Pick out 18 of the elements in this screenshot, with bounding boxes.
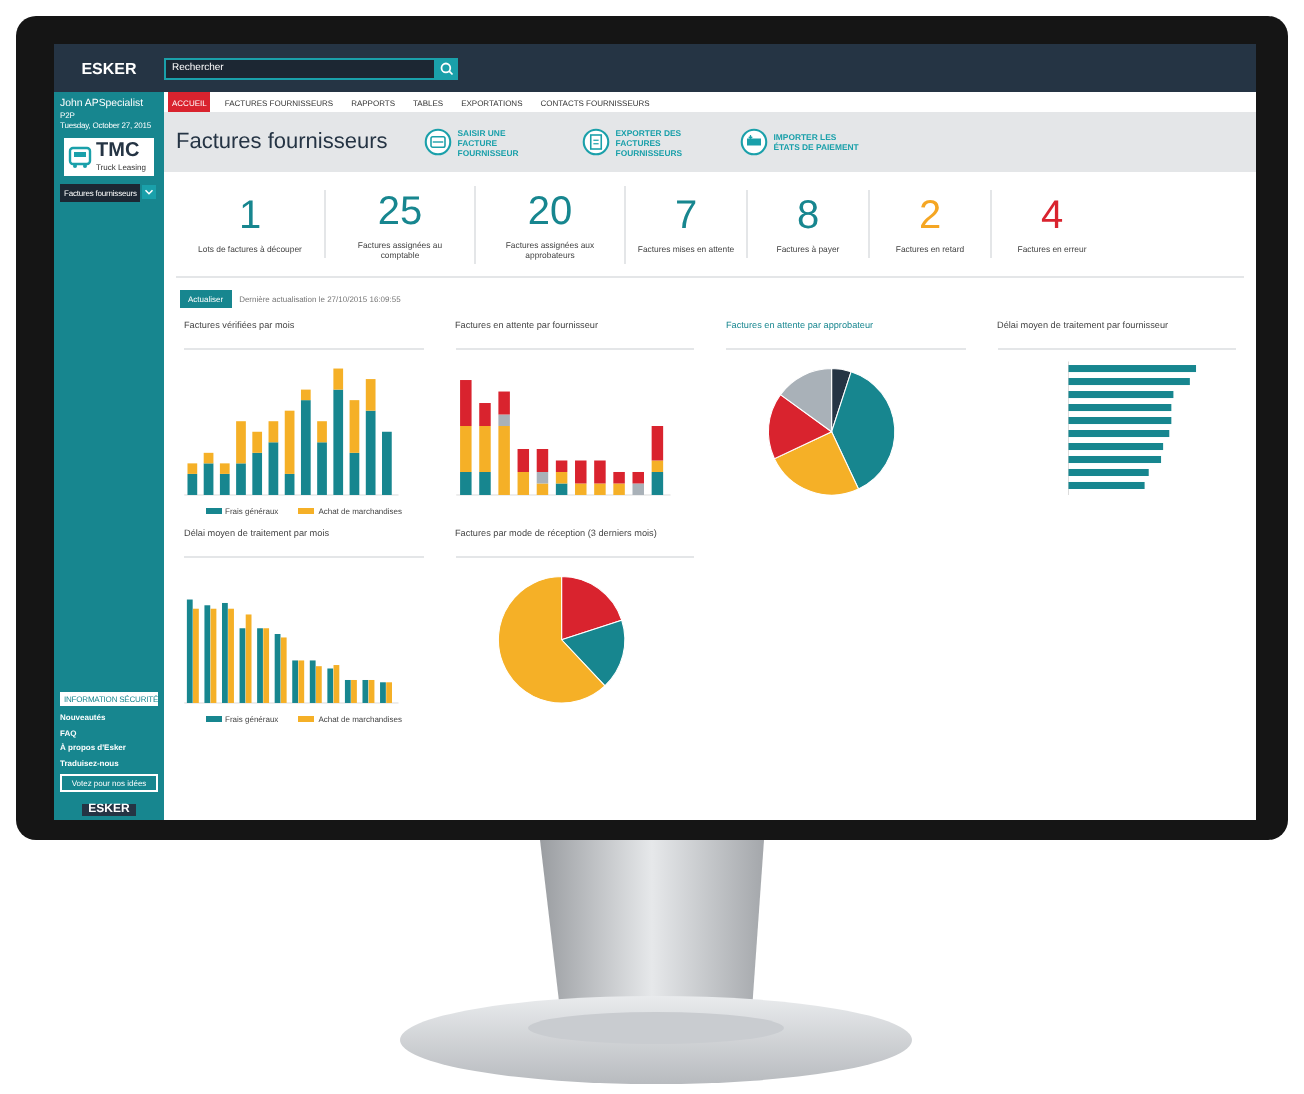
kpi-value[interactable]: 4 bbox=[1040, 194, 1064, 238]
scanner-icon bbox=[423, 128, 452, 156]
chevron-down-icon[interactable] bbox=[142, 184, 157, 200]
truck-icon bbox=[68, 145, 92, 169]
kpi-value[interactable]: 8 bbox=[796, 194, 820, 238]
kpi-value[interactable]: 1 bbox=[238, 194, 262, 238]
page-title: Factures fournisseurs bbox=[176, 130, 388, 154]
company-logo-text: TMC bbox=[96, 142, 142, 162]
kpi-value[interactable]: 25 bbox=[377, 189, 423, 233]
legend-swatch-icon bbox=[205, 508, 221, 514]
legend-swatch-icon bbox=[298, 716, 315, 722]
legend-swatch-icon bbox=[298, 508, 315, 514]
search-icon[interactable] bbox=[436, 57, 458, 79]
esker-logo: ESKER bbox=[79, 59, 139, 77]
kpi-value[interactable]: 7 bbox=[674, 194, 698, 238]
legend-swatch-icon bbox=[205, 716, 221, 722]
document-icon bbox=[581, 128, 610, 156]
kpi-value[interactable]: 20 bbox=[527, 189, 573, 233]
